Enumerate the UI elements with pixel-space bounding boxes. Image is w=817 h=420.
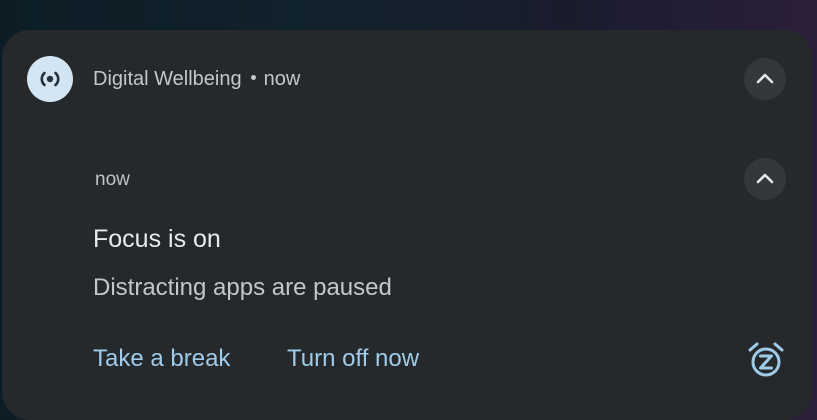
- digital-wellbeing-icon: [27, 56, 73, 102]
- collapse-group-button[interactable]: [744, 58, 786, 100]
- notification-time: now: [95, 169, 130, 190]
- turn-off-now-button[interactable]: Turn off now: [287, 344, 419, 374]
- chevron-up-icon: [756, 173, 774, 184]
- chevron-up-icon: [756, 73, 774, 84]
- notification-title: Focus is on: [93, 225, 221, 253]
- app-header: Digital Wellbeing now: [93, 67, 300, 91]
- snooze-alarm-icon: [748, 342, 784, 377]
- app-name: Digital Wellbeing: [93, 68, 242, 90]
- separator-dot: [250, 75, 256, 81]
- notification-text: Distracting apps are paused: [93, 274, 392, 301]
- take-a-break-button[interactable]: Take a break: [93, 344, 230, 374]
- group-time: now: [263, 68, 301, 90]
- snooze-button[interactable]: [746, 340, 786, 380]
- collapse-notification-button[interactable]: [744, 158, 786, 200]
